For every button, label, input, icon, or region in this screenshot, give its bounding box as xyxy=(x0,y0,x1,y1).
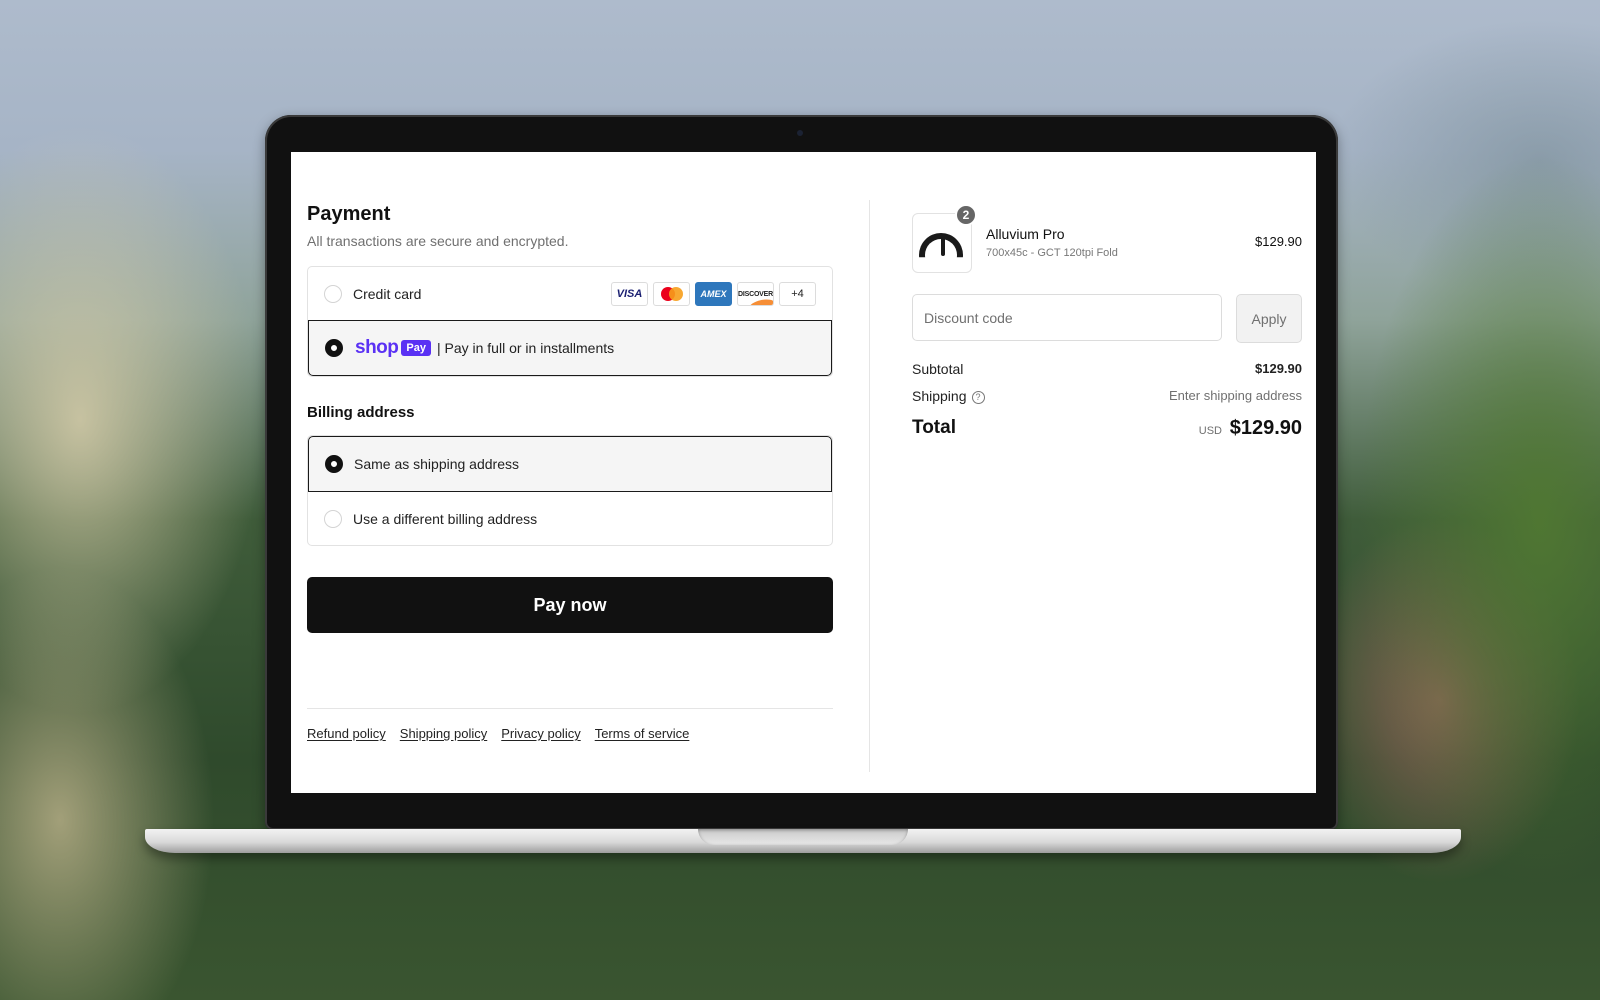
shop-pay-logo: shop xyxy=(355,337,399,358)
refund-policy-link[interactable]: Refund policy xyxy=(307,726,386,741)
privacy-policy-link[interactable]: Privacy policy xyxy=(501,726,580,741)
subtotal-row: Subtotal $129.90 xyxy=(912,361,1302,381)
terms-of-service-link[interactable]: Terms of service xyxy=(595,726,690,741)
mastercard-icon xyxy=(653,282,690,306)
payment-methods: Credit card VISA AMEX DISCOVER +4 shop P… xyxy=(307,266,833,377)
order-summary: 2 Alluvium Pro 700x45c - GCT 120tpi Fold… xyxy=(912,204,1302,447)
shipping-label: Shipping xyxy=(912,388,967,404)
payment-title: Payment xyxy=(307,203,391,225)
product-name: Alluvium Pro xyxy=(986,226,1065,242)
amex-icon: AMEX xyxy=(695,282,732,306)
shop-pay-badge: Pay xyxy=(401,340,431,356)
same-address-label: Same as shipping address xyxy=(354,456,519,472)
shop-pay-radio[interactable] xyxy=(325,339,343,357)
shop-pay-label: | Pay in full or in installments xyxy=(436,340,615,356)
laptop-base xyxy=(145,829,1461,853)
apply-discount-button[interactable]: Apply xyxy=(1236,294,1302,343)
totals: Subtotal $129.90 Shipping? Enter shippin… xyxy=(912,361,1302,447)
payment-subtitle: All transactions are secure and encrypte… xyxy=(307,233,569,249)
billing-option-same[interactable]: Same as shipping address xyxy=(308,436,832,492)
card-logos: VISA AMEX DISCOVER +4 xyxy=(611,282,816,306)
product-price: $129.90 xyxy=(1255,234,1302,249)
footer-links: Refund policy Shipping policy Privacy po… xyxy=(307,726,833,741)
credit-card-radio[interactable] xyxy=(324,284,342,303)
product-thumbnail: 2 xyxy=(912,204,977,273)
total-value: $129.90 xyxy=(1229,417,1302,439)
different-address-label: Use a different billing address xyxy=(353,510,538,527)
billing-options: Same as shipping address Use a different… xyxy=(307,435,833,546)
laptop-notch xyxy=(698,829,908,845)
camera xyxy=(797,130,803,136)
discover-icon: DISCOVER xyxy=(737,282,774,306)
total-label: Total xyxy=(912,417,956,438)
subtotal-label: Subtotal xyxy=(912,361,964,377)
laptop-lid: Payment All transactions are secure and … xyxy=(265,115,1338,830)
laptop-screen: Payment All transactions are secure and … xyxy=(291,152,1316,793)
discount-code-input[interactable] xyxy=(912,294,1222,341)
same-address-radio[interactable] xyxy=(325,455,343,473)
payment-option-shop-pay[interactable]: shop Pay | Pay in full or in installment… xyxy=(308,320,832,376)
product-variant: 700x45c - GCT 120tpi Fold xyxy=(986,247,1118,259)
column-divider xyxy=(869,200,870,772)
more-cards-badge: +4 xyxy=(779,282,816,306)
billing-option-different[interactable]: Use a different billing address xyxy=(308,492,832,545)
shipping-value: Enter shipping address xyxy=(1169,388,1302,403)
help-circle-icon[interactable]: ? xyxy=(971,391,985,404)
subtotal-value: $129.90 xyxy=(1255,361,1302,376)
shipping-row: Shipping? Enter shipping address xyxy=(912,388,1302,408)
credit-card-label: Credit card xyxy=(353,285,422,302)
footer-divider xyxy=(307,708,833,709)
product-line-item: 2 Alluvium Pro 700x45c - GCT 120tpi Fold… xyxy=(912,204,1302,274)
background-scene: Payment All transactions are secure and … xyxy=(0,0,1600,1000)
pay-now-button[interactable]: Pay now xyxy=(307,577,833,633)
payment-column: Payment All transactions are secure and … xyxy=(307,200,833,741)
total-currency: USD xyxy=(1198,425,1222,437)
billing-title: Billing address xyxy=(307,404,415,421)
visa-icon: VISA xyxy=(611,282,648,306)
shipping-policy-link[interactable]: Shipping policy xyxy=(400,726,487,741)
quantity-badge: 2 xyxy=(955,204,977,226)
different-address-radio[interactable] xyxy=(324,509,342,528)
payment-option-credit-card[interactable]: Credit card VISA AMEX DISCOVER +4 xyxy=(308,267,832,320)
total-row: Total USD $129.90 xyxy=(912,417,1302,447)
discount-row: Apply xyxy=(912,294,1302,343)
product-info: Alluvium Pro 700x45c - GCT 120tpi Fold xyxy=(986,225,1118,261)
